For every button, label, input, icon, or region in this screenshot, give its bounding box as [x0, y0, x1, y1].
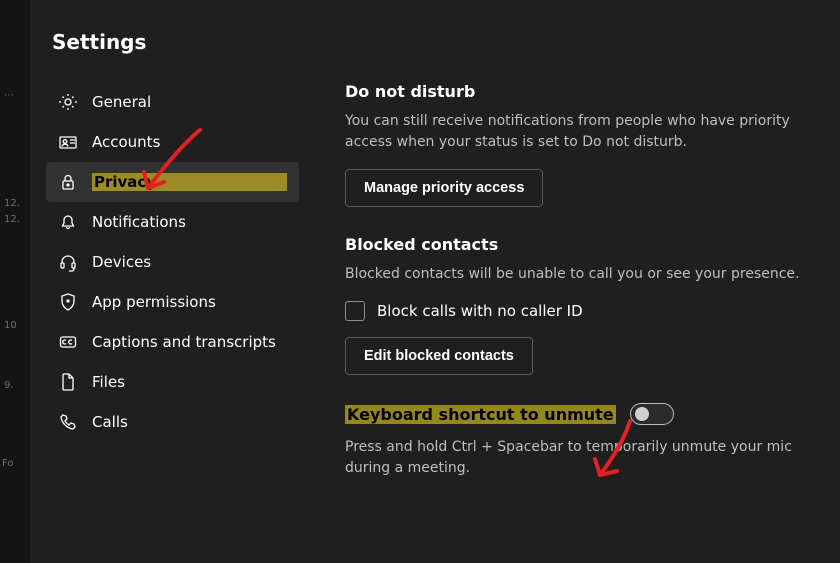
- cc-icon: [58, 332, 78, 352]
- checkbox-label: Block calls with no caller ID: [377, 302, 583, 320]
- sidebar-item-label: Calls: [92, 413, 287, 431]
- sidebar-item-privacy[interactable]: Privacy: [46, 162, 299, 202]
- manage-priority-access-button[interactable]: Manage priority access: [345, 169, 543, 207]
- file-icon: [58, 372, 78, 392]
- edit-blocked-contacts-button[interactable]: Edit blocked contacts: [345, 337, 533, 375]
- sidebar-item-label: Devices: [92, 253, 287, 271]
- sidebar-item-files[interactable]: Files: [46, 362, 299, 402]
- settings-content: Do not disturb You can still receive not…: [305, 82, 840, 495]
- shield-icon: [58, 292, 78, 312]
- keyboard-unmute-toggle[interactable]: [630, 403, 674, 425]
- sidebar-item-notifications[interactable]: Notifications: [46, 202, 299, 242]
- phone-icon: [58, 412, 78, 432]
- sidebar-item-label: Files: [92, 373, 287, 391]
- section-title: Blocked contacts: [345, 235, 810, 254]
- toggle-knob: [635, 407, 649, 421]
- section-do-not-disturb: Do not disturb You can still receive not…: [345, 82, 810, 207]
- sidebar-item-calls[interactable]: Calls: [46, 402, 299, 442]
- sidebar-item-label: Privacy: [92, 173, 287, 191]
- sidebar-item-label: Captions and transcripts: [92, 333, 287, 351]
- id-card-icon: [58, 132, 78, 152]
- sidebar-item-accounts[interactable]: Accounts: [46, 122, 299, 162]
- sidebar-item-devices[interactable]: Devices: [46, 242, 299, 282]
- sidebar-item-label: Notifications: [92, 213, 287, 231]
- editor-gutter: ⋯ 12. 12. 10 9. Fo: [0, 0, 30, 563]
- headset-icon: [58, 252, 78, 272]
- page-title: Settings: [30, 30, 840, 82]
- section-description: You can still receive notifications from…: [345, 111, 810, 153]
- block-no-caller-id-checkbox[interactable]: [345, 301, 365, 321]
- section-description: Blocked contacts will be unable to call …: [345, 264, 810, 285]
- section-blocked-contacts: Blocked contacts Blocked contacts will b…: [345, 235, 810, 375]
- block-no-caller-id-row: Block calls with no caller ID: [345, 301, 810, 321]
- settings-window: Settings General: [30, 0, 840, 563]
- section-title: Keyboard shortcut to unmute: [345, 405, 616, 424]
- sidebar-item-captions[interactable]: Captions and transcripts: [46, 322, 299, 362]
- section-title: Do not disturb: [345, 82, 810, 101]
- gear-icon: [58, 92, 78, 112]
- sidebar-item-label: App permissions: [92, 293, 287, 311]
- settings-sidebar: General Accounts: [40, 82, 305, 495]
- sidebar-item-label: General: [92, 93, 287, 111]
- sidebar-item-app-permissions[interactable]: App permissions: [46, 282, 299, 322]
- sidebar-item-general[interactable]: General: [46, 82, 299, 122]
- section-description: Press and hold Ctrl + Spacebar to tempor…: [345, 437, 810, 479]
- lock-icon: [58, 172, 78, 192]
- section-keyboard-unmute: Keyboard shortcut to unmute Press and ho…: [345, 403, 810, 479]
- sidebar-item-label: Accounts: [92, 133, 287, 151]
- bell-icon: [58, 212, 78, 232]
